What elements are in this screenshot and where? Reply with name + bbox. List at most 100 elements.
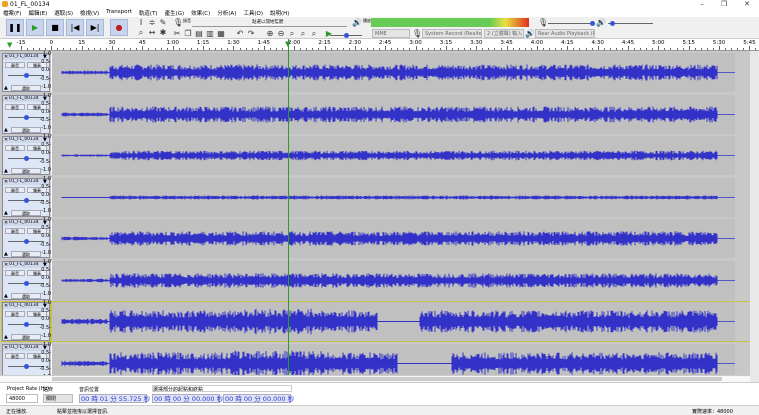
fit-selection-icon[interactable]: ⌕ (287, 29, 297, 39)
zoom-out-icon[interactable]: ⊖ (276, 29, 286, 39)
skip-to-start-button[interactable]: |◀ (66, 19, 84, 36)
project-rate-select[interactable]: 48000 (6, 394, 38, 403)
play-speed-slider[interactable] (330, 33, 362, 38)
mute-button[interactable]: 靜音 (5, 352, 25, 359)
collapse-icon[interactable]: ▲ (4, 251, 8, 257)
collapse-icon[interactable]: ▲ (4, 127, 8, 133)
waveform[interactable] (52, 177, 750, 217)
skip-to-end-button[interactable]: ▶| (86, 19, 104, 36)
mute-button[interactable]: 靜音 (5, 186, 25, 193)
selection-mode-select[interactable] (152, 385, 292, 392)
cut-icon[interactable]: ✂ (172, 29, 182, 39)
pause-button[interactable]: ❚❚ (6, 19, 24, 36)
mute-button[interactable]: 靜音 (5, 103, 25, 110)
audio-track[interactable]: 01_FL_00134 ✕ ▼ 靜音 獨奏 ▲ 選取 1.00.5-0.0--0… (0, 259, 750, 300)
input-device-select[interactable]: System Record (Realtek (422, 29, 482, 38)
close-button[interactable]: ✕ (737, 0, 757, 8)
collapse-icon[interactable]: ▲ (4, 210, 8, 216)
close-track-icon[interactable]: ✕ (4, 345, 8, 351)
waveform[interactable] (52, 219, 750, 258)
close-track-icon[interactable]: ✕ (4, 220, 8, 226)
audio-position-field[interactable]: 00 時 01 分 55.725 秒 (79, 394, 150, 403)
silence-icon[interactable]: ▦ (216, 29, 226, 39)
copy-icon[interactable]: ❐ (183, 29, 193, 39)
y-scale-label: -0.5- (39, 324, 51, 331)
zoom-tool-icon[interactable]: ⌕ (136, 28, 146, 38)
menu-item[interactable]: 分析(A) (217, 9, 236, 17)
channels-select[interactable]: 2 (立體聲) 輸入 (484, 29, 524, 38)
waveform[interactable] (52, 136, 750, 175)
zoom-in-icon[interactable]: ⊕ (265, 29, 275, 39)
menu-item[interactable]: 檔案(F) (3, 9, 21, 17)
play-button[interactable]: ▶ (26, 19, 44, 36)
collapse-icon[interactable]: ▲ (4, 334, 8, 340)
close-track-icon[interactable]: ✕ (4, 96, 8, 102)
mute-button[interactable]: 靜音 (5, 311, 25, 317)
ruler-tick (318, 48, 320, 50)
menu-item[interactable]: 效果(C) (191, 9, 210, 17)
menu-item[interactable]: 產生(G) (165, 9, 185, 17)
menu-item[interactable]: 編輯(E) (28, 9, 47, 17)
audio-track[interactable]: 01_FL_00134 ✕ ▼ 靜音 獨奏 ▲ 選取 1.00.5-0.0--0… (0, 176, 750, 217)
multi-tool-icon[interactable]: ✱ (158, 28, 168, 38)
host-select[interactable]: MME (372, 29, 410, 38)
record-button[interactable]: ● (110, 19, 128, 36)
undo-icon[interactable]: ↶ (235, 29, 245, 39)
mute-button[interactable]: 靜音 (5, 269, 25, 276)
ruler-tick (397, 48, 399, 50)
close-track-icon[interactable]: ✕ (4, 262, 8, 268)
mute-button[interactable]: 靜音 (5, 145, 25, 151)
close-track-icon[interactable]: ✕ (4, 303, 8, 309)
redo-icon[interactable]: ↷ (246, 29, 256, 39)
menu-item[interactable]: 工具(O) (243, 9, 263, 17)
audio-track[interactable]: 01_FL_00134 ✕ ▼ 靜音 獨奏 ▲ 選取 1.00.5-0.0--0… (0, 217, 750, 258)
vertical-scrollbar[interactable] (750, 51, 759, 382)
paste-icon[interactable]: ▤ (194, 29, 204, 39)
mute-button[interactable]: 靜音 (5, 62, 25, 68)
audio-track[interactable]: 01_FL_00134 ✕ ▼ 靜音 獨奏 ▲ 選取 1.00.5-0.0--0… (0, 93, 750, 134)
draw-tool-icon[interactable]: ✎ (158, 18, 168, 28)
envelope-tool-icon[interactable]: ≑ (147, 18, 157, 28)
menu-item[interactable]: Transport (106, 9, 132, 17)
collapse-icon[interactable]: ▲ (4, 293, 8, 299)
ruler-tick (105, 48, 107, 50)
selection-end-field[interactable]: 00 時 00 分 00.000 秒 (223, 394, 294, 403)
waveform[interactable] (52, 53, 750, 92)
fit-project-icon[interactable]: ⌕ (298, 29, 308, 39)
collapse-icon[interactable]: ▲ (4, 168, 8, 174)
audio-track[interactable]: 01_FL_00134 ✕ ▼ 靜音 獨奏 ▲ 選取 1.00.5-0.0--0… (0, 300, 751, 342)
audio-track[interactable]: 01_FL_00134 ✕ ▼ 靜音 獨奏 ▲ 選取 1.00.5-0.0--0… (0, 134, 750, 175)
waveform[interactable] (52, 260, 750, 300)
maximize-button[interactable]: ❐ (714, 0, 734, 8)
close-track-icon[interactable]: ✕ (4, 54, 8, 60)
waveform[interactable] (51, 301, 751, 342)
playback-volume-slider[interactable] (608, 21, 653, 26)
close-track-icon[interactable]: ✕ (4, 137, 8, 143)
menu-item[interactable]: 檢視(V) (80, 9, 99, 17)
record-meter[interactable]: 點選以開始監聽 (192, 19, 347, 27)
timeshift-tool-icon[interactable]: ↔ (147, 28, 157, 38)
minimize-button[interactable]: – (692, 0, 712, 8)
trim-icon[interactable]: ▥ (205, 29, 215, 39)
record-volume-slider[interactable] (548, 21, 595, 26)
collapse-icon[interactable]: ▲ (4, 85, 8, 91)
mute-button[interactable]: 靜音 (5, 228, 25, 234)
menu-item[interactable]: 選取(S) (54, 9, 73, 17)
playback-meter[interactable] (371, 18, 529, 27)
play-at-speed-icon[interactable]: ▶ (324, 29, 334, 39)
menu-item[interactable]: 說明(H) (270, 9, 289, 17)
timeline-options-icon[interactable]: ▼ (7, 41, 12, 49)
ruler-tick (130, 48, 132, 50)
timeline-ruler[interactable]: ▼ ▼ -1501530451:001:151:301:452:002:152:… (0, 39, 759, 51)
stop-button[interactable]: ■ (46, 19, 64, 36)
snap-select[interactable]: 關閉 (43, 394, 73, 403)
horizontal-scrollbar[interactable] (0, 375, 750, 382)
audio-track[interactable]: 01_FL_00134 ✕ ▼ 靜音 獨奏 ▲ 選取 1.00.5-0.0--0… (0, 51, 750, 92)
zoom-toggle-icon[interactable]: ⌕ (309, 29, 319, 39)
waveform[interactable] (52, 94, 750, 134)
selection-start-field[interactable]: 00 時 00 分 00.000 秒 (152, 394, 223, 403)
close-track-icon[interactable]: ✕ (4, 179, 8, 185)
selection-tool-icon[interactable]: I (136, 18, 146, 28)
output-device-select[interactable]: Rear Audio Playback (R (535, 29, 595, 38)
menu-item[interactable]: 軌道(T) (139, 9, 158, 17)
